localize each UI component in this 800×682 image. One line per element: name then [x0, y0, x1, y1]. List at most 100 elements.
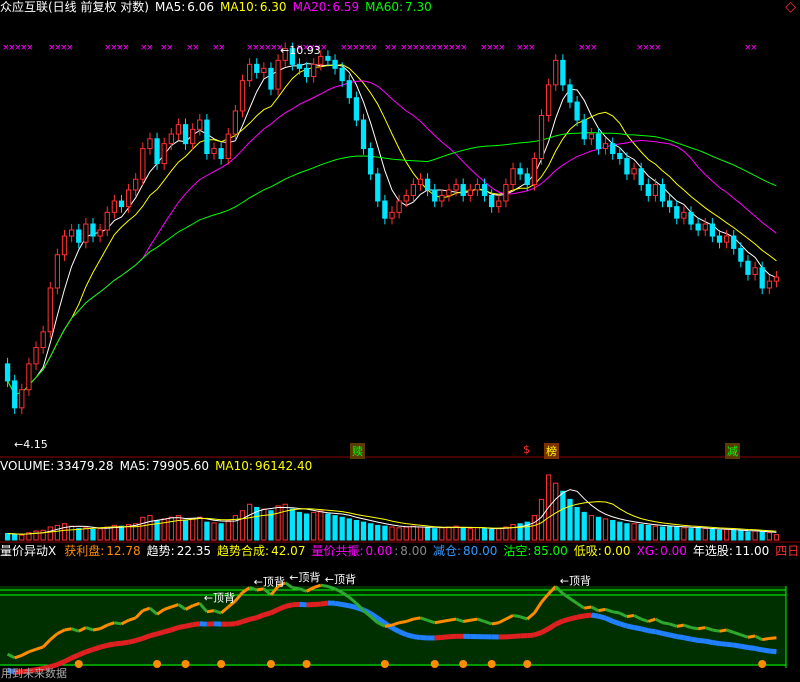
- stock-chart-svg: ××××× ×××× ×××× ×× ×× ×× ×× ×××××× ××××× ×××××× ××…: [0, 42, 800, 675]
- volume-bar: [403, 526, 409, 541]
- trend-band: [554, 618, 564, 627]
- volume-bar: [538, 498, 545, 541]
- volume-bar: [745, 531, 751, 541]
- momentum-line: [398, 620, 407, 625]
- volume-bar: [239, 510, 246, 541]
- candle-body: [61, 235, 68, 256]
- candle-body: [702, 223, 708, 231]
- candle-body: [76, 229, 82, 243]
- candle-body: [602, 143, 609, 150]
- volume-bar: [688, 528, 694, 541]
- volume-bar: [190, 518, 196, 541]
- candle-body: [318, 55, 324, 65]
- trend-band: [177, 623, 187, 630]
- candle-body: [709, 223, 716, 237]
- signal-reduce: 减: [725, 443, 740, 459]
- price-low-value: 4.15: [23, 438, 48, 451]
- x-marker: ×: [460, 43, 468, 53]
- buy-signal-dot: [758, 660, 767, 668]
- ind-item-value: 8.00: [400, 544, 427, 558]
- volume-bar: [389, 526, 395, 541]
- candle-body: [303, 67, 310, 78]
- trend-band: [156, 629, 165, 637]
- volume-bar: [104, 526, 110, 541]
- trend-band: [398, 629, 408, 637]
- candle-body: [168, 133, 174, 145]
- volume-bar: [723, 528, 730, 541]
- trend-band: [676, 634, 685, 641]
- signal-dollar: $: [523, 443, 530, 456]
- volume-bar: [12, 533, 18, 541]
- candle-body: [254, 63, 260, 73]
- candle-body: [652, 184, 659, 196]
- candle-body: [190, 128, 196, 145]
- trend-band: [413, 634, 421, 640]
- ind-item-value: 80.00: [463, 544, 498, 558]
- volume-bar: [439, 527, 445, 541]
- candle-body: [232, 110, 239, 135]
- trend-band: [390, 625, 401, 634]
- trend-band: [255, 612, 265, 620]
- x-marker: ×: [750, 43, 758, 53]
- momentum-line: [448, 617, 457, 622]
- momentum-line: [612, 610, 621, 615]
- ma20-line: [7, 80, 777, 395]
- x-marker: ×: [498, 43, 506, 53]
- volume-bar: [503, 526, 509, 541]
- momentum-line: [676, 623, 685, 628]
- candle-body: [118, 200, 125, 208]
- trend-band: [128, 638, 137, 645]
- volume-bar: [681, 527, 687, 541]
- candle-body: [496, 200, 502, 208]
- buy-signal-dot: [302, 660, 311, 668]
- trend-band: [633, 625, 642, 632]
- ind-item-value: 85.00: [533, 544, 568, 558]
- trend-band: [754, 645, 763, 653]
- ind-item-value: 42.07: [271, 544, 306, 558]
- candle-body: [460, 184, 466, 196]
- volume-bar: [396, 527, 402, 541]
- trend-band: [441, 634, 450, 640]
- trend-band: [284, 602, 293, 609]
- x-marker: ×: [66, 43, 74, 53]
- volume-bar: [738, 530, 744, 541]
- x-marker: ×: [528, 43, 536, 53]
- top-divergence-label: ←顶背: [254, 575, 285, 589]
- volume-bar: [168, 516, 174, 541]
- volume-bar: [453, 525, 459, 541]
- trend-band: [77, 649, 87, 658]
- trend-band: [512, 633, 521, 639]
- volume-bar: [197, 516, 203, 541]
- candle-body: [688, 211, 694, 225]
- candle-body: [40, 331, 46, 349]
- trend-band: [740, 643, 749, 650]
- x-marker: ×: [122, 43, 130, 53]
- volume-ma10-label: MA10:: [215, 459, 253, 473]
- volume-bar: [76, 528, 82, 541]
- candle-body: [360, 119, 367, 150]
- future-data-note: 用到未来数据: [1, 667, 67, 680]
- momentum-line: [470, 617, 478, 622]
- trend-band: [719, 641, 727, 647]
- volume-bar: [353, 520, 360, 541]
- trend-band: [106, 641, 115, 648]
- volume-bar: [759, 531, 765, 541]
- indicator-header: 量价异动X 获利盘: 12.78 趋势: 22.35 趋势合成: 42.07 量价共振: 0.0…: [0, 544, 800, 558]
- ind-item-label: 量价共振:: [311, 544, 364, 558]
- candle-body: [97, 229, 103, 237]
- trend-band: [348, 603, 358, 610]
- candle-body: [738, 247, 744, 262]
- candle-body: [567, 84, 573, 103]
- trend-band: [733, 642, 742, 649]
- candle-body: [296, 63, 303, 69]
- x-marker: ×: [146, 43, 154, 53]
- momentum-line: [626, 613, 635, 619]
- volume-label: VOLUME:: [0, 459, 55, 473]
- volume-bar: [645, 524, 651, 541]
- trend-band: [583, 612, 592, 619]
- ind-item-value: 11.00: [734, 544, 770, 558]
- trend-band: [569, 614, 578, 622]
- volume-bar: [4, 533, 11, 541]
- momentum-line: [434, 620, 443, 625]
- candle-body: [752, 267, 758, 275]
